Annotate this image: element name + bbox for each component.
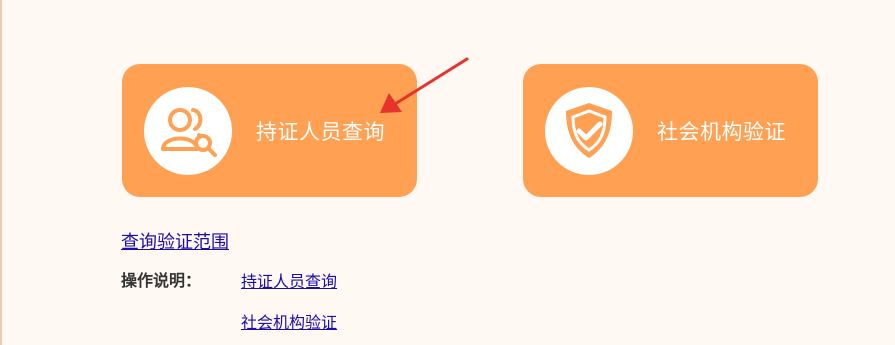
person-search-icon <box>144 86 232 175</box>
shield-check-icon <box>545 86 633 175</box>
card-label: 社会机构验证 <box>657 119 786 144</box>
left-border <box>0 0 2 345</box>
card-label: 持证人员查询 <box>256 119 385 144</box>
instruction-link-person-query[interactable]: 持证人员查询 <box>241 268 337 292</box>
org-verify-card[interactable]: 社会机构验证 <box>523 64 818 197</box>
query-scope-link[interactable]: 查询验证范围 <box>121 228 229 254</box>
person-query-card[interactable]: 持证人员查询 <box>122 64 417 197</box>
instructions-label: 操作说明： <box>121 271 202 290</box>
instruction-link-org-verify[interactable]: 社会机构验证 <box>241 309 337 333</box>
